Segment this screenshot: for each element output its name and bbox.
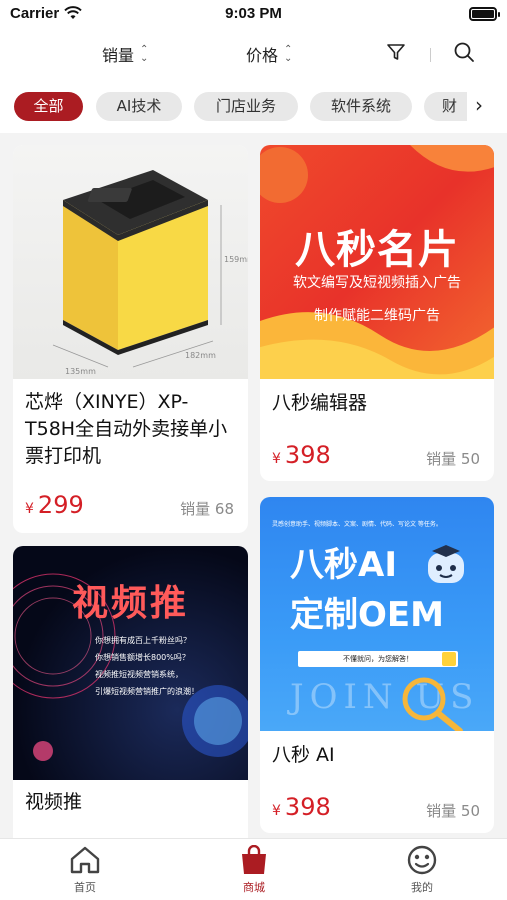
sort-sales-label: 销量	[102, 46, 135, 65]
thumbs-up-icon	[442, 652, 456, 666]
product-price: ¥398	[272, 441, 331, 469]
shopping-bag-icon	[242, 845, 266, 874]
category-chip-store[interactable]: 门店业务	[194, 92, 298, 121]
filter-icon[interactable]	[386, 42, 406, 62]
dimension-label: 182mm	[185, 351, 216, 360]
tab-profile[interactable]: 我的	[392, 845, 452, 895]
product-image-video-push: 视频推 你想拥有成百上千粉丝吗？ 你想销售额增长800%吗？ 视频推短视频营销系…	[13, 546, 248, 780]
category-chip-software[interactable]: 软件系统	[310, 92, 412, 121]
price-value: 398	[284, 441, 331, 469]
banner-title: 定制OEM	[290, 595, 444, 635]
divider	[430, 48, 431, 62]
sort-toggle-icon: ⌃ ⌄	[284, 44, 293, 64]
banner-line: 引爆短视频营销推广的浪潮！	[95, 687, 199, 696]
currency-symbol: ¥	[272, 803, 281, 819]
product-price: ¥398	[272, 793, 331, 821]
product-price: ¥299	[25, 491, 84, 519]
product-name: 八秒编辑器	[272, 392, 368, 414]
product-image-printer: 159mm 182mm 135mm	[13, 145, 248, 379]
tab-home[interactable]: 首页	[55, 845, 115, 895]
product-sales: 销量 68	[180, 500, 234, 518]
sort-price-label: 价格	[246, 46, 279, 65]
sort-by-sales-button[interactable]: 销量 ⌃ ⌄	[102, 42, 148, 66]
banner-line: 你想拥有成百上千粉丝吗？	[95, 636, 191, 645]
tab-label: 首页	[74, 881, 96, 894]
banner-line: 软文编写及短视频插入广告	[293, 275, 461, 291]
status-bar: Carrier 9:03 PM	[0, 0, 507, 30]
product-card[interactable]: 八秒名片 软文编写及短视频插入广告 制作赋能二维码广告 八秒编辑器 ¥398 销…	[260, 145, 494, 481]
sort-toggle-icon: ⌃ ⌄	[140, 44, 149, 64]
banner-text: 你想拥有成百上千粉丝吗？ 你想销售额增长800%吗？ 视频推短视频营销系统， 引…	[95, 632, 199, 700]
price-value: 398	[284, 793, 331, 821]
banner-title: 八秒名片	[295, 227, 459, 273]
product-sales: 销量 50	[426, 802, 480, 820]
search-icon[interactable]	[452, 40, 476, 64]
product-name: 八秒 AI	[272, 744, 335, 766]
dimension-label: 159mm	[224, 255, 248, 264]
product-card[interactable]: 灵感创意助手、视频脚本、文案、剧情、代码、写论文 等任务。 八秒AI 定制OEM…	[260, 497, 494, 833]
more-categories-button[interactable]: ›	[467, 75, 507, 133]
product-sales: 销量 50	[426, 450, 480, 468]
product-grid: 159mm 182mm 135mm 芯烨（XINYE）XP-T58H全自动外卖接…	[0, 133, 507, 838]
smiley-face-icon	[407, 845, 437, 875]
chevron-right-icon: ›	[475, 93, 483, 117]
category-tabs: 全部 AI技术 门店业务 软件系统 财 ›	[0, 75, 507, 133]
banner-line: 你想销售额增长800%吗？	[95, 653, 190, 662]
tab-label: 我的	[411, 881, 433, 894]
banner-line: 制作赋能二维码广告	[314, 308, 440, 324]
banner-title: 八秒AI	[290, 545, 397, 585]
tab-label: 商城	[243, 881, 265, 894]
clock: 9:03 PM	[225, 5, 282, 22]
home-icon	[70, 846, 100, 874]
currency-symbol: ¥	[272, 451, 281, 467]
banner-tagline: 灵感创意助手、视频脚本、文案、剧情、代码、写论文 等任务。	[272, 521, 442, 528]
product-name: 视频推	[25, 791, 83, 813]
banner-line: 视频推短视频营销系统，	[95, 670, 183, 679]
product-name: 芯烨（XINYE）XP-T58H全自动外卖接单小票打印机	[25, 391, 228, 467]
category-chip-all[interactable]: 全部	[14, 92, 83, 121]
robot-mascot-icon	[428, 545, 464, 583]
product-card[interactable]: 159mm 182mm 135mm 芯烨（XINYE）XP-T58H全自动外卖接…	[13, 145, 248, 533]
filter-bar: 销量 ⌃ ⌄ 价格 ⌃ ⌄	[0, 30, 507, 75]
tab-mall[interactable]: 商城	[224, 845, 284, 895]
battery-icon	[469, 7, 500, 21]
magnifier-icon	[402, 677, 463, 731]
product-image-bami-ai: 灵感创意助手、视频脚本、文案、剧情、代码、写论文 等任务。 八秒AI 定制OEM…	[260, 497, 494, 731]
dimension-label: 135mm	[65, 367, 96, 376]
banner-question: 不懂就问，为您解答！	[298, 651, 458, 667]
currency-symbol: ¥	[25, 501, 34, 517]
sort-by-price-button[interactable]: 价格 ⌃ ⌄	[246, 42, 292, 66]
product-card[interactable]: 视频推 你想拥有成百上千粉丝吗？ 你想销售额增长800%吗？ 视频推短视频营销系…	[13, 546, 248, 838]
product-image-bami-card: 八秒名片 软文编写及短视频插入广告 制作赋能二维码广告	[260, 145, 494, 379]
category-chip-ai[interactable]: AI技术	[96, 92, 182, 121]
price-value: 299	[37, 491, 84, 519]
bottom-tab-bar: 首页 商城 我的	[0, 838, 507, 900]
banner-title: 视频推	[71, 583, 189, 624]
